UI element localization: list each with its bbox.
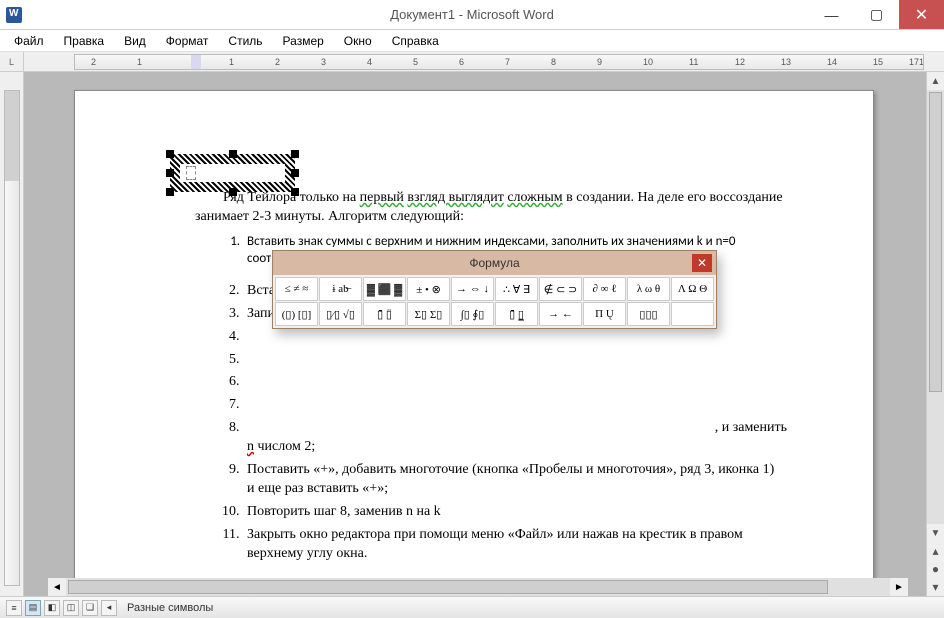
formula-palette: ≤ ≠ ≈ɨ ab̶▓ ⬛ ▓± • ⊗→ ⇔ ↓∴ ∀ ∃∉ ⊂ ⊃∂ ∞ ℓ…: [273, 275, 716, 328]
ruler-corner[interactable]: L: [0, 52, 24, 71]
formula-close-button[interactable]: ✕: [692, 254, 712, 272]
formula-cell[interactable]: ▯⁄▯ √▯: [319, 302, 362, 326]
equation-cursor: [186, 166, 196, 180]
close-button[interactable]: ✕: [899, 0, 944, 29]
status-text: Разные символы: [127, 602, 213, 614]
window-title: Документ1 - Microsoft Word: [390, 7, 554, 22]
browse-prev[interactable]: ▴: [927, 542, 944, 560]
view-extra-icon[interactable]: ◂: [101, 600, 117, 616]
formula-cell[interactable]: Λ Ω Θ: [671, 277, 714, 301]
work-area: Ряд Тейлора только на первый взгляд выгл…: [0, 72, 944, 596]
menu-view[interactable]: Вид: [114, 32, 156, 50]
horizontal-ruler[interactable]: 3211234567891011121314151617: [74, 54, 924, 70]
list-item: Закрыть окно редактора при помощи меню «…: [243, 526, 783, 564]
formula-cell[interactable]: → ⇔ ↓: [451, 277, 494, 301]
minimize-button[interactable]: —: [809, 0, 854, 29]
vertical-ruler[interactable]: [0, 72, 24, 596]
formula-cell[interactable]: λ ω θ: [627, 277, 670, 301]
formula-cell[interactable]: ∴ ∀ ∃: [495, 277, 538, 301]
menu-style[interactable]: Стиль: [218, 32, 272, 50]
view-web-icon[interactable]: ◧: [44, 600, 60, 616]
formula-cell[interactable]: Π Ų: [583, 302, 626, 326]
vscroll-down[interactable]: ▼: [927, 524, 944, 542]
list-item: [243, 396, 783, 415]
formula-cell[interactable]: ∂ ∞ ℓ: [583, 277, 626, 301]
vscroll-up[interactable]: ▲: [927, 72, 944, 90]
intro-paragraph: Ряд Тейлора только на первый взгляд выгл…: [195, 189, 783, 227]
formula-cell[interactable]: ɨ ab̶: [319, 277, 362, 301]
formula-cell[interactable]: ± • ⊗: [407, 277, 450, 301]
app-icon: [6, 7, 22, 23]
formula-cell[interactable]: ▯̄ ▯̈: [363, 302, 406, 326]
formula-cell[interactable]: ▓ ⬛ ▓: [363, 277, 406, 301]
menu-file[interactable]: Файл: [4, 32, 54, 50]
browse-next[interactable]: ▾: [927, 578, 944, 596]
titlebar: Документ1 - Microsoft Word — ▢ ✕: [0, 0, 944, 30]
menu-size[interactable]: Размер: [273, 32, 334, 50]
list-item: x , и заменить n числом 2;: [243, 419, 783, 457]
formula-cell[interactable]: (▯) [▯]: [275, 302, 318, 326]
list-item: [243, 373, 783, 392]
menu-edit[interactable]: Правка: [54, 32, 115, 50]
horizontal-scrollbar[interactable]: ◄ ►: [48, 578, 908, 596]
ruler-row: L 3211234567891011121314151617: [0, 52, 944, 72]
menu-help[interactable]: Справка: [382, 32, 449, 50]
maximize-button[interactable]: ▢: [854, 0, 899, 29]
formula-toolbar[interactable]: Формула ✕ ≤ ≠ ≈ɨ ab̶▓ ⬛ ▓± • ⊗→ ⇔ ↓∴ ∀ ∃…: [272, 250, 717, 329]
browse-select[interactable]: ●: [927, 560, 944, 578]
formula-cell[interactable]: [671, 302, 714, 326]
window-controls: — ▢ ✕: [809, 0, 944, 29]
formula-cell[interactable]: ∫▯ ∮▯: [451, 302, 494, 326]
formula-cell[interactable]: ≤ ≠ ≈: [275, 277, 318, 301]
formula-cell[interactable]: ▯̄ ▯̲: [495, 302, 538, 326]
menu-format[interactable]: Формат: [156, 32, 219, 50]
menu-window[interactable]: Окно: [334, 32, 382, 50]
view-mode-icons: ≡ ▤ ◧ ◫ ❏ ◂: [6, 600, 117, 616]
view-outline-icon[interactable]: ◫: [63, 600, 79, 616]
formula-titlebar[interactable]: Формула ✕: [273, 251, 716, 275]
hscroll-thumb[interactable]: [68, 580, 828, 594]
formula-cell[interactable]: ∉ ⊂ ⊃: [539, 277, 582, 301]
view-read-icon[interactable]: ❏: [82, 600, 98, 616]
list-item: Повторить шаг 8, заменив n на k: [243, 503, 783, 522]
view-normal-icon[interactable]: ≡: [6, 600, 22, 616]
formula-cell[interactable]: Σ▯ Σ▯: [407, 302, 450, 326]
menubar: Файл Правка Вид Формат Стиль Размер Окно…: [0, 30, 944, 52]
list-item: Поставить «+», добавить многоточие (кноп…: [243, 461, 783, 499]
view-print-icon[interactable]: ▤: [25, 600, 41, 616]
formula-cell[interactable]: ▯▯▯: [627, 302, 670, 326]
statusbar: ≡ ▤ ◧ ◫ ❏ ◂ Разные символы: [0, 596, 944, 618]
document-viewport[interactable]: Ряд Тейлора только на первый взгляд выгл…: [24, 72, 926, 596]
hscroll-left[interactable]: ◄: [48, 578, 66, 596]
page[interactable]: Ряд Тейлора только на первый взгляд выгл…: [74, 90, 874, 580]
list-item: [243, 328, 783, 347]
vertical-scrollbar[interactable]: ▲ ▼ ▴ ● ▾: [926, 72, 944, 596]
list-item: [243, 351, 783, 370]
formula-title-text: Формула: [469, 256, 519, 270]
hscroll-right[interactable]: ►: [890, 578, 908, 596]
vscroll-thumb[interactable]: [929, 92, 942, 392]
equation-object[interactable]: [170, 154, 295, 192]
formula-cell[interactable]: → ←: [539, 302, 582, 326]
